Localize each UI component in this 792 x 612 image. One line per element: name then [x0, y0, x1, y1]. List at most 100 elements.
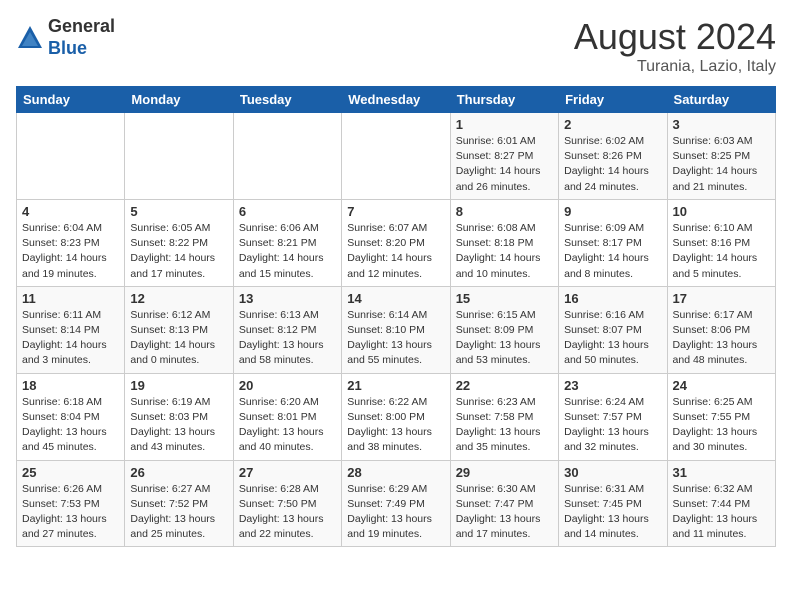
day-number: 19: [130, 378, 227, 393]
day-info: Sunrise: 6:32 AMSunset: 7:44 PMDaylight:…: [673, 482, 770, 543]
calendar-cell: 16 Sunrise: 6:16 AMSunset: 8:07 PMDayligh…: [559, 286, 667, 373]
day-info: Sunrise: 6:11 AMSunset: 8:14 PMDaylight:…: [22, 308, 119, 369]
calendar-cell: 2 Sunrise: 6:02 AMSunset: 8:26 PMDaylight…: [559, 113, 667, 200]
calendar-cell: [233, 113, 341, 200]
calendar-week-row: 25Sunrise: 6:26 AMSunset: 7:53 PMDayligh…: [17, 460, 776, 547]
calendar-cell: 23Sunrise: 6:24 AMSunset: 7:57 PMDayligh…: [559, 373, 667, 460]
day-number: 29: [456, 465, 553, 480]
calendar-cell: 26 Sunrise: 6:27 AMSunset: 7:52 PMDayligh…: [125, 460, 233, 547]
day-info: Sunrise: 6:13 AMSunset: 8:12 PMDaylight:…: [239, 308, 336, 369]
day-number: 11: [22, 291, 119, 306]
weekday-header-sunday: Sunday: [17, 87, 125, 113]
day-info: Sunrise: 6:24 AMSunset: 7:57 PMDaylight:…: [564, 395, 661, 456]
logo-icon: [16, 24, 44, 52]
day-info: Sunrise: 6:16 AMSunset: 8:07 PMDaylight:…: [564, 308, 661, 369]
day-info: Sunrise: 6:29 AMSunset: 7:49 PMDaylight:…: [347, 482, 444, 543]
calendar-week-row: 4 Sunrise: 6:04 AMSunset: 8:23 PMDaylight…: [17, 199, 776, 286]
weekday-header-saturday: Saturday: [667, 87, 775, 113]
day-info: Sunrise: 6:07 AMSunset: 8:20 PMDaylight:…: [347, 221, 444, 282]
day-info: Sunrise: 6:10 AMSunset: 8:16 PMDaylight:…: [673, 221, 770, 282]
day-info: Sunrise: 6:26 AMSunset: 7:53 PMDaylight:…: [22, 482, 119, 543]
day-number: 21: [347, 378, 444, 393]
calendar-cell: 7 Sunrise: 6:07 AMSunset: 8:20 PMDaylight…: [342, 199, 450, 286]
day-info: Sunrise: 6:27 AMSunset: 7:52 PMDaylight:…: [130, 482, 227, 543]
calendar-cell: 5 Sunrise: 6:05 AMSunset: 8:22 PMDaylight…: [125, 199, 233, 286]
day-number: 16: [564, 291, 661, 306]
calendar-cell: 4 Sunrise: 6:04 AMSunset: 8:23 PMDaylight…: [17, 199, 125, 286]
calendar-cell: 30Sunrise: 6:31 AMSunset: 7:45 PMDayligh…: [559, 460, 667, 547]
day-number: 1: [456, 117, 553, 132]
day-info: Sunrise: 6:25 AMSunset: 7:55 PMDaylight:…: [673, 395, 770, 456]
calendar-cell: 12Sunrise: 6:12 AMSunset: 8:13 PMDayligh…: [125, 286, 233, 373]
calendar-cell: [17, 113, 125, 200]
day-info: Sunrise: 6:03 AMSunset: 8:25 PMDaylight:…: [673, 134, 770, 195]
calendar-cell: 11 Sunrise: 6:11 AMSunset: 8:14 PMDayligh…: [17, 286, 125, 373]
calendar-cell: 22Sunrise: 6:23 AMSunset: 7:58 PMDayligh…: [450, 373, 558, 460]
day-info: Sunrise: 6:31 AMSunset: 7:45 PMDaylight:…: [564, 482, 661, 543]
day-info: Sunrise: 6:09 AMSunset: 8:17 PMDaylight:…: [564, 221, 661, 282]
day-info: Sunrise: 6:23 AMSunset: 7:58 PMDaylight:…: [456, 395, 553, 456]
day-info: Sunrise: 6:20 AMSunset: 8:01 PMDaylight:…: [239, 395, 336, 456]
calendar-cell: 8 Sunrise: 6:08 AMSunset: 8:18 PMDaylight…: [450, 199, 558, 286]
day-number: 9: [564, 204, 661, 219]
calendar-cell: 15 Sunrise: 6:15 AMSunset: 8:09 PMDayligh…: [450, 286, 558, 373]
calendar-cell: 10 Sunrise: 6:10 AMSunset: 8:16 PMDayligh…: [667, 199, 775, 286]
day-info: Sunrise: 6:01 AMSunset: 8:27 PMDaylight:…: [456, 134, 553, 195]
day-number: 4: [22, 204, 119, 219]
calendar-cell: 29 Sunrise: 6:30 AMSunset: 7:47 PMDayligh…: [450, 460, 558, 547]
day-info: Sunrise: 6:28 AMSunset: 7:50 PMDaylight:…: [239, 482, 336, 543]
calendar-cell: 9 Sunrise: 6:09 AMSunset: 8:17 PMDaylight…: [559, 199, 667, 286]
weekday-header-tuesday: Tuesday: [233, 87, 341, 113]
title-block: August 2024 Turania, Lazio, Italy: [574, 16, 776, 76]
day-info: Sunrise: 6:30 AMSunset: 7:47 PMDaylight:…: [456, 482, 553, 543]
day-number: 31: [673, 465, 770, 480]
calendar-cell: 13 Sunrise: 6:13 AMSunset: 8:12 PMDayligh…: [233, 286, 341, 373]
calendar-week-row: 1 Sunrise: 6:01 AMSunset: 8:27 PMDaylight…: [17, 113, 776, 200]
day-number: 7: [347, 204, 444, 219]
day-number: 12: [130, 291, 227, 306]
page-header: General Blue August 2024 Turania, Lazio,…: [16, 16, 776, 76]
day-info: Sunrise: 6:06 AMSunset: 8:21 PMDaylight:…: [239, 221, 336, 282]
day-number: 5: [130, 204, 227, 219]
day-info: Sunrise: 6:04 AMSunset: 8:23 PMDaylight:…: [22, 221, 119, 282]
day-info: Sunrise: 6:08 AMSunset: 8:18 PMDaylight:…: [456, 221, 553, 282]
day-number: 13: [239, 291, 336, 306]
day-number: 3: [673, 117, 770, 132]
day-number: 24: [673, 378, 770, 393]
weekday-header-friday: Friday: [559, 87, 667, 113]
calendar-cell: 6 Sunrise: 6:06 AMSunset: 8:21 PMDaylight…: [233, 199, 341, 286]
day-number: 18: [22, 378, 119, 393]
day-info: Sunrise: 6:17 AMSunset: 8:06 PMDaylight:…: [673, 308, 770, 369]
day-number: 2: [564, 117, 661, 132]
calendar-cell: 17 Sunrise: 6:17 AMSunset: 8:06 PMDayligh…: [667, 286, 775, 373]
calendar-cell: 14 Sunrise: 6:14 AMSunset: 8:10 PMDayligh…: [342, 286, 450, 373]
day-info: Sunrise: 6:05 AMSunset: 8:22 PMDaylight:…: [130, 221, 227, 282]
day-number: 15: [456, 291, 553, 306]
calendar-table: SundayMondayTuesdayWednesdayThursdayFrid…: [16, 86, 776, 547]
day-number: 8: [456, 204, 553, 219]
day-info: Sunrise: 6:15 AMSunset: 8:09 PMDaylight:…: [456, 308, 553, 369]
weekday-header-row: SundayMondayTuesdayWednesdayThursdayFrid…: [17, 87, 776, 113]
day-info: Sunrise: 6:02 AMSunset: 8:26 PMDaylight:…: [564, 134, 661, 195]
day-info: Sunrise: 6:19 AMSunset: 8:03 PMDaylight:…: [130, 395, 227, 456]
logo-general-text: General: [48, 16, 115, 36]
day-number: 10: [673, 204, 770, 219]
day-info: Sunrise: 6:18 AMSunset: 8:04 PMDaylight:…: [22, 395, 119, 456]
calendar-cell: 21 Sunrise: 6:22 AMSunset: 8:00 PMDayligh…: [342, 373, 450, 460]
day-info: Sunrise: 6:14 AMSunset: 8:10 PMDaylight:…: [347, 308, 444, 369]
day-number: 17: [673, 291, 770, 306]
month-title: August 2024: [574, 16, 776, 58]
calendar-cell: 28Sunrise: 6:29 AMSunset: 7:49 PMDayligh…: [342, 460, 450, 547]
calendar-cell: [125, 113, 233, 200]
day-number: 6: [239, 204, 336, 219]
calendar-cell: 24 Sunrise: 6:25 AMSunset: 7:55 PMDayligh…: [667, 373, 775, 460]
day-number: 14: [347, 291, 444, 306]
day-number: 26: [130, 465, 227, 480]
weekday-header-wednesday: Wednesday: [342, 87, 450, 113]
day-number: 20: [239, 378, 336, 393]
calendar-cell: 1 Sunrise: 6:01 AMSunset: 8:27 PMDaylight…: [450, 113, 558, 200]
calendar-cell: [342, 113, 450, 200]
weekday-header-thursday: Thursday: [450, 87, 558, 113]
logo: General Blue: [16, 16, 115, 59]
day-info: Sunrise: 6:22 AMSunset: 8:00 PMDaylight:…: [347, 395, 444, 456]
